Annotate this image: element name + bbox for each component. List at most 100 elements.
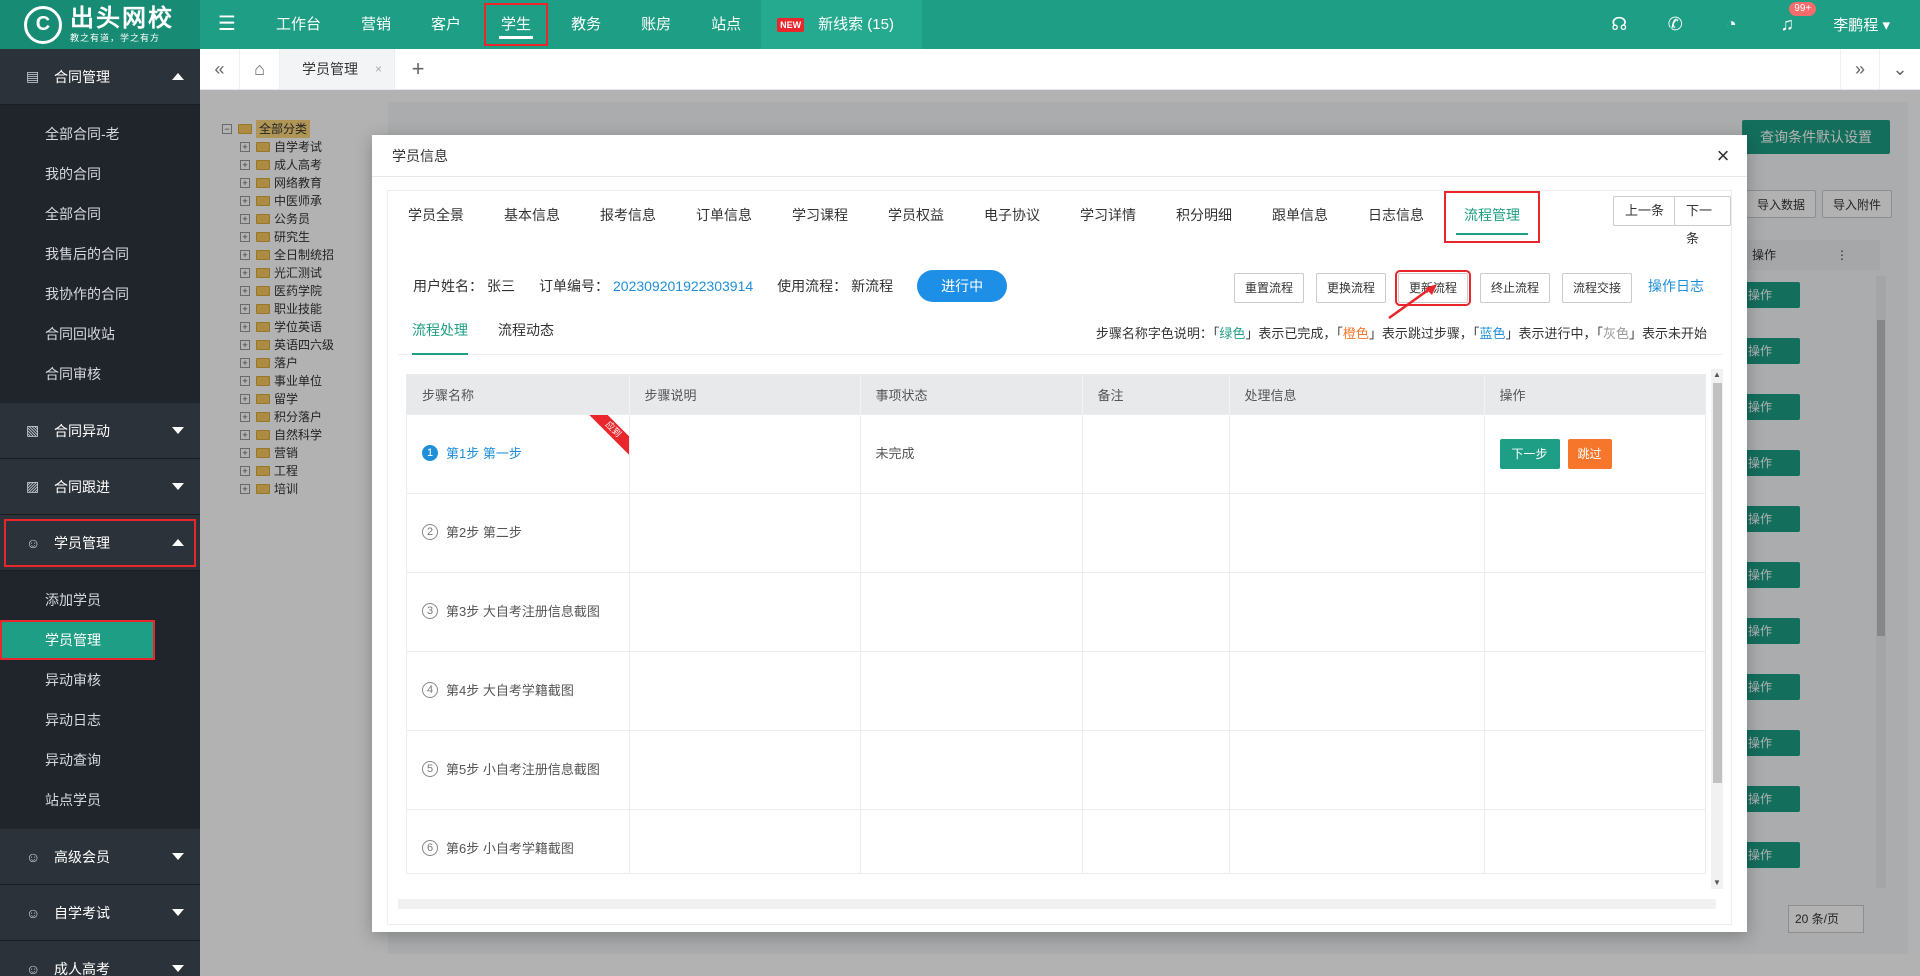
page-tab-student-management[interactable]: 学员管理 × <box>280 49 395 89</box>
sidebar-item-contract-review[interactable]: 合同审核 <box>0 354 200 394</box>
sidebar-group-label: 学员管理 <box>54 534 110 551</box>
phone-icon[interactable]: ✆ <box>1647 14 1703 35</box>
horizontal-scrollbar[interactable] <box>398 899 1716 909</box>
close-icon[interactable]: × <box>1711 135 1735 177</box>
sidebar-group-contract-change[interactable]: ▧ 合同异动 <box>0 403 200 459</box>
table-row: 1 第1步 第一步 应到 未完成 下一步 跳过 <box>407 413 1705 493</box>
step-desc-cell <box>629 729 861 809</box>
step-handling-cell <box>1229 729 1485 809</box>
update-process-button[interactable]: 更新流程 <box>1394 270 1472 306</box>
tab-follow-info[interactable]: 跟单信息 <box>1252 191 1348 243</box>
bell-icon[interactable]: ♫ 99+ <box>1759 2 1817 35</box>
sidebar-item-my-contracts[interactable]: 我的合同 <box>0 154 200 194</box>
top-nav-workbench[interactable]: 工作台 <box>256 0 341 49</box>
sidebar-group-label: 高级会员 <box>54 848 110 865</box>
user-menu[interactable]: 李鹏程 ▾ <box>1815 14 1920 35</box>
caret-down-icon <box>172 853 184 860</box>
process-info-row: 用户姓名： 张三 订单编号： 20230920192230391​4 使用流程：… <box>413 270 1008 302</box>
top-nav-sites[interactable]: 站点 <box>691 0 761 49</box>
sidebar-group-contract-follow[interactable]: ▨ 合同跟进 <box>0 459 200 515</box>
logo[interactable]: C 出头网校 教之有道，学之有方 <box>0 0 200 49</box>
step-number: 2 <box>422 524 438 540</box>
sidebar-item-all-contracts[interactable]: 全部合同 <box>0 194 200 234</box>
tab-process-management[interactable]: 流程管理 <box>1444 191 1540 243</box>
sidebar-group-adult-exam[interactable]: ☺ 成人高考 <box>0 941 200 976</box>
sidebar-group-self-exam[interactable]: ☺ 自学考试 <box>0 885 200 941</box>
sidebar-group-students[interactable]: ☺ 学员管理 <box>0 515 200 571</box>
next-step-button[interactable]: 下一步 <box>1499 438 1560 469</box>
sidebar-group-vip[interactable]: ☺ 高级会员 <box>0 829 200 885</box>
tab-rights[interactable]: 学员权益 <box>868 191 964 243</box>
sidebar-item-add-student[interactable]: 添加学员 <box>0 580 200 620</box>
subtab-process-handling[interactable]: 流程处理 <box>412 311 468 355</box>
user-name: 李鹏程 <box>1833 17 1879 34</box>
col-step-desc: 步骤说明 <box>629 375 861 414</box>
home-icon[interactable]: ⌂ <box>240 49 280 89</box>
close-tab-icon[interactable]: × <box>375 49 382 89</box>
order-label: 订单编号： <box>539 278 609 294</box>
step-remark-cell <box>1082 492 1230 572</box>
handover-process-button[interactable]: 流程交接 <box>1562 273 1633 303</box>
step-number: 6 <box>422 840 438 857</box>
top-nav-customers[interactable]: 客户 <box>411 0 481 49</box>
step-name: 第1步 第一步 <box>446 446 522 461</box>
sidebar-item-change-review[interactable]: 异动审核 <box>0 660 200 700</box>
chevron-down-icon[interactable]: ⌄ <box>1880 49 1920 89</box>
top-nav: 工作台 营销 客户 学生 教务 账房 站点 NEW 新线索 (15) <box>256 0 922 49</box>
tab-e-agreement[interactable]: 电子协议 <box>964 191 1060 243</box>
legend-gray: 灰色 <box>1602 326 1629 341</box>
table-row: 6 第6步 小自考学籍截图 <box>407 808 1705 873</box>
step-remark-cell <box>1082 571 1230 651</box>
tab-basic-info[interactable]: 基本信息 <box>484 191 580 243</box>
sidebar-item-site-students[interactable]: 站点学员 <box>0 780 200 820</box>
skip-step-button[interactable]: 跳过 <box>1567 438 1612 469</box>
sidebar-item-change-query[interactable]: 异动查询 <box>0 740 200 780</box>
modal-header: 学员信息 × <box>372 135 1747 177</box>
top-nav-finance[interactable]: 账房 <box>621 0 691 49</box>
scroll-left-icon[interactable]: « <box>200 49 240 89</box>
next-record-button[interactable]: 下一条 <box>1674 196 1731 246</box>
tab-exam-info[interactable]: 报考信息 <box>580 191 676 243</box>
tab-logs[interactable]: 日志信息 <box>1348 191 1444 243</box>
reset-process-button[interactable]: 重置流程 <box>1234 273 1305 303</box>
sidebar-group-contracts[interactable]: ▤ 合同管理 <box>0 49 200 105</box>
user-name-value: 张三 <box>487 278 515 294</box>
sidebar-item-student-management[interactable]: 学员管理 <box>0 620 155 660</box>
tab-courses[interactable]: 学习课程 <box>772 191 868 243</box>
contract-icon: ▤ <box>26 68 40 84</box>
page-tab-bar: « ⌂ 学员管理 × + » ⌄ <box>200 49 1920 90</box>
table-header-row: 步骤名称 步骤说明 事项状态 备注 处理信息 操作 <box>407 375 1705 414</box>
top-nav-new-leads[interactable]: NEW 新线索 (15) <box>761 0 922 49</box>
headset-icon[interactable]: ☊ <box>1591 14 1647 35</box>
sidebar-item-all-contracts-old[interactable]: 全部合同-老 <box>0 114 200 154</box>
table-scrollbar-thumb[interactable] <box>1713 383 1722 783</box>
step-status-cell <box>860 808 1083 873</box>
sidebar-item-aftersale-contracts[interactable]: 我售后的合同 <box>0 234 200 274</box>
tab-overview[interactable]: 学员全景 <box>388 191 484 243</box>
terminate-process-button[interactable]: 终止流程 <box>1480 273 1551 303</box>
step-name: 第5步 小自考注册信息截图 <box>446 762 600 777</box>
prev-record-button[interactable]: 上一条 <box>1613 196 1677 226</box>
top-nav-marketing[interactable]: 营销 <box>341 0 411 49</box>
top-nav-students[interactable]: 学生 <box>481 0 551 49</box>
tab-study-details[interactable]: 学习详情 <box>1060 191 1156 243</box>
menu-toggle-icon[interactable]: ☰ <box>216 13 238 35</box>
legend-blue-desc: 」表示进行中，「 <box>1505 326 1603 341</box>
sidebar-item-collab-contracts[interactable]: 我协作的合同 <box>0 274 200 314</box>
scroll-up-icon[interactable]: ▲ <box>1711 369 1723 381</box>
palette-icon[interactable]: ◔ <box>1703 14 1759 35</box>
top-nav-academic[interactable]: 教务 <box>551 0 621 49</box>
operation-log-link[interactable]: 操作日志 <box>1648 271 1704 301</box>
col-operation: 操作 <box>1484 375 1705 414</box>
sidebar-item-change-log[interactable]: 异动日志 <box>0 700 200 740</box>
scroll-right-icon[interactable]: » <box>1840 49 1880 89</box>
change-process-button[interactable]: 更换流程 <box>1316 273 1387 303</box>
add-tab-icon[interactable]: + <box>400 49 436 89</box>
tab-points[interactable]: 积分明细 <box>1156 191 1252 243</box>
sidebar-item-contract-recycle[interactable]: 合同回收站 <box>0 314 200 354</box>
tab-order-info[interactable]: 订单信息 <box>676 191 772 243</box>
scroll-down-icon[interactable]: ▼ <box>1711 877 1723 889</box>
subtab-process-activity[interactable]: 流程动态 <box>498 311 554 355</box>
order-number-link[interactable]: 20230920192230391​4 <box>613 271 753 301</box>
step-number: 1 <box>422 445 438 461</box>
